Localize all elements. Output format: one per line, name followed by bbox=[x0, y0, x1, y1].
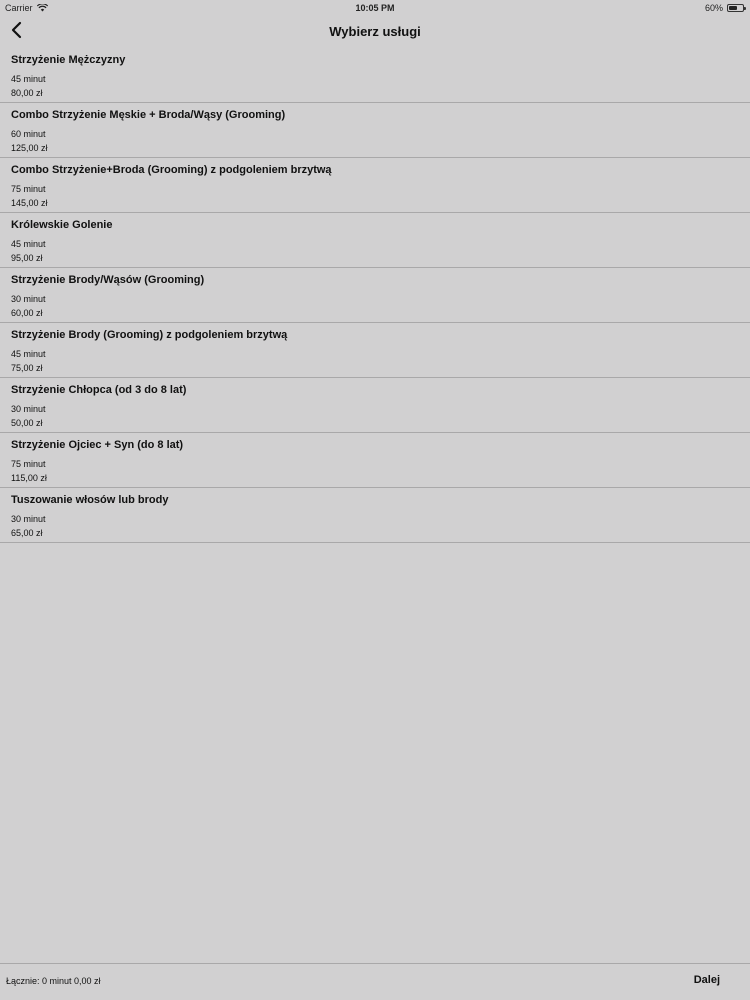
service-name: Tuszowanie włosów lub brody bbox=[11, 494, 169, 506]
service-price: 95,00 zł bbox=[11, 253, 43, 263]
service-name: Królewskie Golenie bbox=[11, 219, 113, 231]
service-row[interactable]: Królewskie Golenie 45 minut 95,00 zł bbox=[0, 213, 750, 268]
service-duration: 30 minut bbox=[11, 404, 46, 414]
status-bar: Carrier 10:05 PM 60% bbox=[0, 0, 750, 16]
service-row[interactable]: Tuszowanie włosów lub brody 30 minut 65,00… bbox=[0, 488, 750, 543]
status-time: 10:05 PM bbox=[355, 3, 395, 13]
service-row[interactable]: Strzyżenie Mężczyzny 45 minut 80,00 zł bbox=[0, 48, 750, 103]
battery-percent: 60% bbox=[704, 3, 723, 13]
service-row[interactable]: Strzyżenie Brody (Grooming) z podgolenie… bbox=[0, 323, 750, 378]
service-name: Strzyżenie Ojciec + Syn (do 8 lat) bbox=[11, 439, 184, 451]
service-row[interactable]: Combo Strzyżenie+Broda (Grooming) z podg… bbox=[0, 158, 750, 213]
next-button[interactable]: Dalej bbox=[694, 974, 720, 986]
service-name: Combo Strzyżenie Męskie + Broda/Wąsy (Gr… bbox=[11, 109, 286, 121]
service-price: 80,00 zł bbox=[11, 88, 43, 98]
service-price: 115,00 zł bbox=[11, 473, 47, 483]
footer-bar: Łącznie: 0 minut 0,00 zł Dalej bbox=[0, 963, 750, 1000]
battery-fill bbox=[729, 6, 737, 10]
service-list: Strzyżenie Mężczyzny 45 minut 80,00 zł Comb… bbox=[0, 48, 750, 543]
service-row[interactable]: Strzyżenie Chłopca (od 3 do 8 lat) 30 min… bbox=[0, 378, 750, 433]
service-price: 50,00 zł bbox=[11, 418, 43, 428]
page-title: Wybierz usługi bbox=[329, 24, 421, 39]
service-price: 60,00 zł bbox=[11, 308, 43, 318]
service-name: Strzyżenie Brody (Grooming) z podgolenie… bbox=[11, 329, 288, 341]
service-duration: 30 minut bbox=[11, 514, 46, 524]
service-name: Strzyżenie Brody/Wąsów (Grooming) bbox=[11, 274, 205, 286]
service-duration: 45 minut bbox=[11, 349, 46, 359]
service-row[interactable]: Strzyżenie Brody/Wąsów (Grooming) 30 minu… bbox=[0, 268, 750, 323]
service-price: 65,00 zł bbox=[11, 528, 43, 538]
service-duration: 45 minut bbox=[11, 74, 46, 84]
service-name: Combo Strzyżenie+Broda (Grooming) z podg… bbox=[11, 164, 332, 176]
service-duration: 60 minut bbox=[11, 129, 46, 139]
service-price: 125,00 zł bbox=[11, 143, 48, 153]
service-duration: 75 minut bbox=[11, 459, 46, 469]
battery-icon bbox=[727, 4, 746, 12]
service-row[interactable]: Strzyżenie Ojciec + Syn (do 8 lat) 75 min… bbox=[0, 433, 750, 488]
nav-bar: Wybierz usługi bbox=[0, 16, 750, 48]
service-selection-screen: Carrier 10:05 PM 60% Wybierz usługi Strz… bbox=[0, 0, 750, 1000]
service-row[interactable]: Combo Strzyżenie Męskie + Broda/Wąsy (Gr… bbox=[0, 103, 750, 158]
service-price: 145,00 zł bbox=[11, 198, 48, 208]
service-duration: 45 minut bbox=[11, 239, 46, 249]
service-price: 75,00 zł bbox=[11, 363, 43, 373]
service-name: Strzyżenie Chłopca (od 3 do 8 lat) bbox=[11, 384, 187, 396]
total-summary: Łącznie: 0 minut 0,00 zł bbox=[6, 976, 101, 986]
status-right: 60% bbox=[704, 3, 746, 13]
service-duration: 30 minut bbox=[11, 294, 46, 304]
service-duration: 75 minut bbox=[11, 184, 46, 194]
service-name: Strzyżenie Mężczyzny bbox=[11, 54, 126, 66]
